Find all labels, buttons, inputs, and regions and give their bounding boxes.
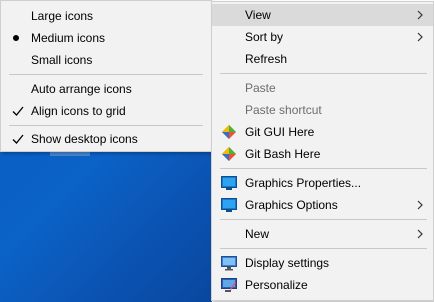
view-submenu: Large icons Medium icons Small icons Aut… xyxy=(0,0,212,152)
menu-item-graphics-options[interactable]: Graphics Options xyxy=(212,194,433,216)
menu-item-label: Graphics Properties... xyxy=(245,176,362,190)
menu-separator xyxy=(220,73,427,74)
menu-item-view[interactable]: View xyxy=(212,4,433,26)
menu-item-label: New xyxy=(245,227,270,241)
chevron-right-icon xyxy=(417,32,423,42)
menu-item-label: Paste xyxy=(245,81,276,95)
menu-separator xyxy=(9,74,203,75)
menu-item-auto-arrange-icons[interactable]: Auto arrange icons xyxy=(1,78,211,100)
menu-item-label: Git GUI Here xyxy=(245,125,315,139)
menu-item-label: Git Bash Here xyxy=(245,147,321,161)
menu-item-label: Small icons xyxy=(31,53,93,67)
intel-graphics-icon xyxy=(221,198,237,212)
menu-item-paste-shortcut[interactable]: Paste shortcut xyxy=(212,99,433,121)
menu-separator xyxy=(220,248,427,249)
chevron-right-icon xyxy=(417,10,423,20)
menu-item-label: Medium icons xyxy=(31,31,106,45)
desktop-background[interactable] xyxy=(0,150,212,302)
menu-item-label: Sort by xyxy=(245,30,284,44)
menu-item-label: Refresh xyxy=(245,52,288,66)
menu-item-label: Display settings xyxy=(245,256,330,270)
menu-item-align-icons-to-grid[interactable]: Align icons to grid xyxy=(1,100,211,122)
check-icon xyxy=(12,134,24,144)
menu-separator xyxy=(220,219,427,220)
chevron-right-icon xyxy=(417,229,423,239)
menu-item-label: Personalize xyxy=(245,278,308,292)
menu-item-show-desktop-icons[interactable]: Show desktop icons xyxy=(1,128,211,150)
menu-separator xyxy=(9,125,203,126)
menu-item-paste[interactable]: Paste xyxy=(212,77,433,99)
menu-item-personalize[interactable]: Personalize xyxy=(212,274,433,296)
monitor-icon xyxy=(221,256,237,271)
check-icon xyxy=(12,106,24,116)
personalize-icon xyxy=(221,278,237,292)
menu-item-label: Show desktop icons xyxy=(31,132,138,146)
menu-item-large-icons[interactable]: Large icons xyxy=(1,5,211,27)
menu-item-label: Large icons xyxy=(31,9,94,23)
menu-item-new[interactable]: New xyxy=(212,223,433,245)
chevron-right-icon xyxy=(417,200,423,210)
radio-bullet-icon xyxy=(13,35,19,41)
menu-item-refresh[interactable]: Refresh xyxy=(212,48,433,70)
menu-item-display-settings[interactable]: Display settings xyxy=(212,252,433,274)
git-diamond-icon xyxy=(222,147,236,161)
menu-item-small-icons[interactable]: Small icons xyxy=(1,49,211,71)
git-diamond-icon xyxy=(222,125,236,139)
menu-item-git-gui-here[interactable]: Git GUI Here xyxy=(212,121,433,143)
menu-separator xyxy=(220,168,427,169)
intel-graphics-icon xyxy=(221,176,237,190)
menu-item-label: Auto arrange icons xyxy=(31,82,132,96)
menu-item-git-bash-here[interactable]: Git Bash Here xyxy=(212,143,433,165)
menu-item-label: Graphics Options xyxy=(245,198,338,212)
desktop-context-menu: View Sort by Refresh Paste Paste shortcu… xyxy=(211,1,434,301)
menu-item-label: Paste shortcut xyxy=(245,103,322,117)
menu-item-graphics-properties[interactable]: Graphics Properties... xyxy=(212,172,433,194)
menu-item-label: Align icons to grid xyxy=(31,104,126,118)
menu-item-sort-by[interactable]: Sort by xyxy=(212,26,433,48)
menu-item-label: View xyxy=(245,8,271,22)
menu-item-medium-icons[interactable]: Medium icons xyxy=(1,27,211,49)
